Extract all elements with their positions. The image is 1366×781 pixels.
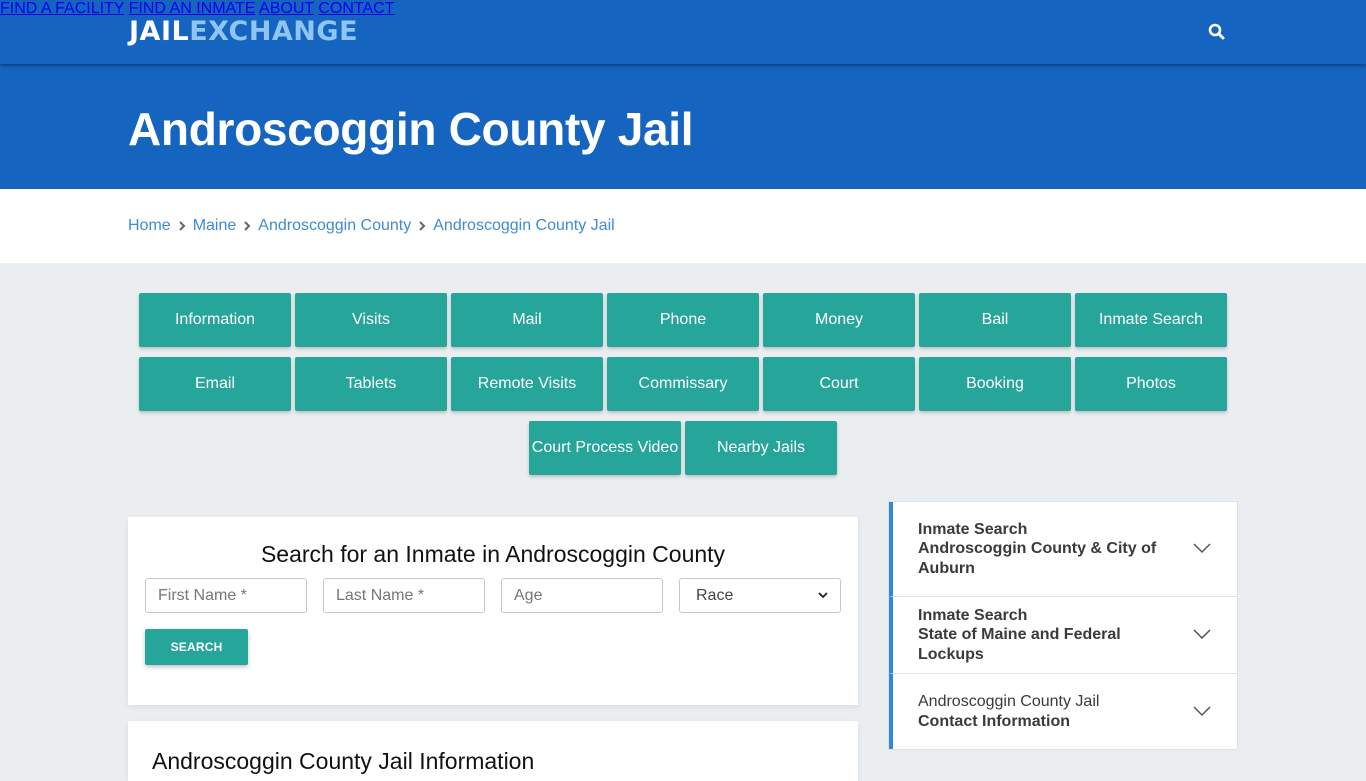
first-name-input[interactable]: First Name * [145,578,307,613]
search-icon[interactable] [1207,22,1227,42]
accordion-item-heading: Inmate Search [918,520,1028,538]
topic-button-phone[interactable]: Phone [607,293,759,347]
breadcrumb-home[interactable]: Home [128,217,171,235]
topic-button-information[interactable]: Information [139,293,291,347]
topic-button-court-process-video[interactable]: Court Process Video [529,421,681,475]
topic-button-inmate-search[interactable]: Inmate Search [1075,293,1227,347]
topic-button-nearby-jails[interactable]: Nearby Jails [685,421,837,475]
top-navbar: JAILEXCHANGE FIND A FACILITY FIND AN INM… [0,0,1366,64]
breadcrumb-maine[interactable]: Maine [193,217,237,235]
topic-button-remote-visits[interactable]: Remote Visits [451,357,603,411]
accordion-item-subheading: Contact Information [918,712,1070,730]
page-hero: Androscoggin County Jail [0,64,1366,189]
breadcrumb-bar: Home Maine Androscoggin County Androscog… [0,189,1366,263]
accordion-item-heading: Androscoggin County Jail [918,693,1100,710]
breadcrumb-jail[interactable]: Androscoggin County Jail [433,217,614,235]
breadcrumb: Home Maine Androscoggin County Androscog… [128,217,615,235]
topic-button-mail[interactable]: Mail [451,293,603,347]
topic-button-tablets[interactable]: Tablets [295,357,447,411]
accordion-item-subheading: Androscoggin County & City of Auburn [918,540,1157,577]
chevron-right-icon [411,220,433,232]
last-name-input[interactable]: Last Name * [323,578,485,613]
jail-information-card: Androscoggin County Jail Information [128,721,858,781]
topic-button-court[interactable]: Court [763,357,915,411]
topic-button-bail[interactable]: Bail [919,293,1071,347]
topic-button-visits[interactable]: Visits [295,293,447,347]
topic-button-money[interactable]: Money [763,293,915,347]
breadcrumb-county[interactable]: Androscoggin County [258,217,411,235]
topic-button-photos[interactable]: Photos [1075,357,1227,411]
sidebar-accordion: Inmate Search Androscoggin County & City… [888,501,1238,750]
chevron-down-icon [818,592,828,599]
logo-jail: JAIL [129,16,190,47]
topic-button-email[interactable]: Email [139,357,291,411]
chevron-down-icon [1193,543,1211,554]
topic-button-booking[interactable]: Booking [919,357,1071,411]
topic-button-commissary[interactable]: Commissary [607,357,759,411]
chevron-right-icon [171,220,193,232]
nav-find-an-inmate[interactable]: FIND AN INMATE [129,0,256,17]
chevron-right-icon [236,220,258,232]
inmate-search-card: Search for an Inmate in Androscoggin Cou… [128,517,858,705]
accordion-item-subheading: State of Maine and Federal Lockups [918,626,1121,663]
search-button[interactable]: SEARCH [145,629,248,665]
chevron-down-icon [1193,705,1211,716]
nav-about[interactable]: ABOUT [259,0,314,17]
nav-find-a-facility[interactable]: FIND A FACILITY [0,0,124,17]
accordion-item-heading: Inmate Search [918,606,1028,624]
chevron-down-icon [1193,629,1211,640]
search-card-title: Search for an Inmate in Androscoggin Cou… [260,541,726,567]
accordion-item-county-inmate-search[interactable]: Inmate Search Androscoggin County & City… [889,502,1237,597]
site-logo[interactable]: JAILEXCHANGE [129,16,358,47]
accordion-item-contact-information[interactable]: Androscoggin County Jail Contact Informa… [889,674,1237,749]
logo-exchange: EXCHANGE [189,16,359,47]
info-section-title: Androscoggin County Jail Information [152,748,535,774]
race-select-value: Race [696,586,734,604]
page-title: Androscoggin County Jail [128,103,694,155]
nav-contact[interactable]: CONTACT [318,0,394,17]
age-input[interactable]: Age [501,578,663,613]
race-select[interactable]: Race [679,578,841,613]
accordion-item-state-inmate-search[interactable]: Inmate Search State of Maine and Federal… [889,597,1237,674]
